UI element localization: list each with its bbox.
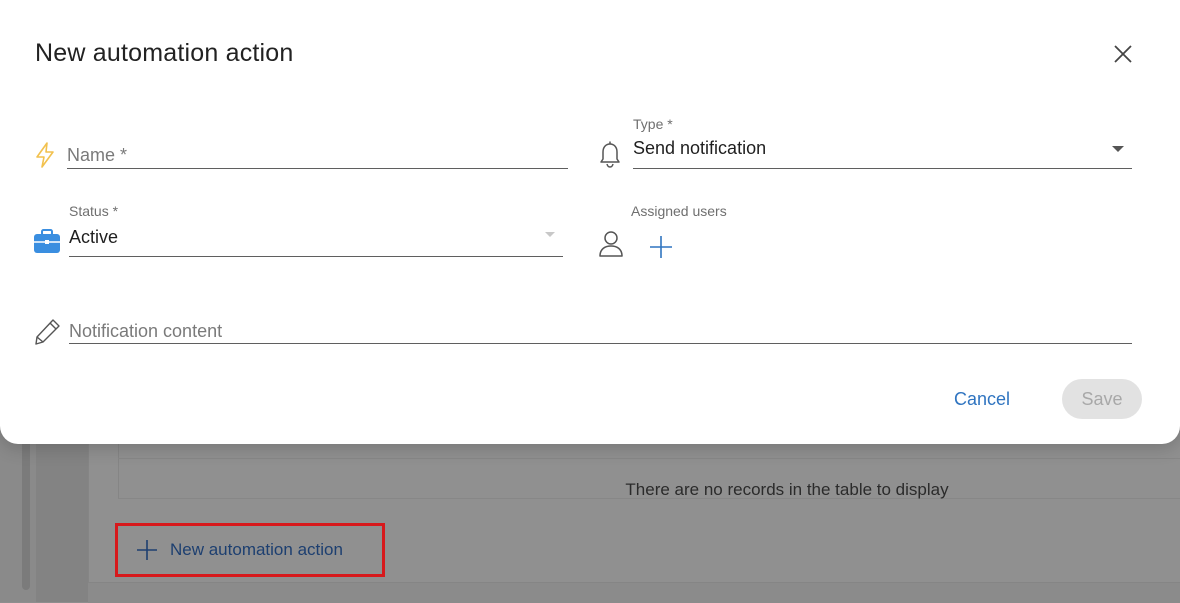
cancel-button[interactable]: Cancel [938, 382, 1026, 416]
background-inner-bar [36, 440, 89, 602]
background-footer [88, 582, 1180, 603]
plus-icon [137, 540, 157, 560]
name-field[interactable]: Name * [67, 140, 568, 170]
table-divider [118, 458, 1180, 459]
add-assigned-user-button[interactable] [648, 234, 674, 260]
empty-table-message: There are no records in the table to dis… [625, 480, 949, 499]
status-underline [69, 256, 563, 257]
close-button[interactable] [1110, 41, 1136, 67]
background-scrollbar[interactable] [22, 440, 30, 590]
notification-content-field[interactable]: Notification content [69, 316, 1132, 344]
save-button[interactable]: Save [1062, 379, 1142, 419]
status-value: Active [69, 227, 119, 247]
chevron-down-icon [1112, 146, 1124, 152]
plus-icon [650, 236, 672, 258]
close-icon [1114, 45, 1132, 63]
chevron-down-icon [545, 232, 555, 237]
type-select[interactable]: Send notification [633, 134, 1132, 168]
briefcase-icon [34, 229, 60, 253]
notification-content-placeholder: Notification content [69, 321, 223, 341]
type-label: Type * [633, 116, 673, 132]
assigned-users-label: Assigned users [631, 203, 727, 219]
bell-icon [600, 141, 620, 168]
new-automation-action-dialog: New automation action Name * Type * Send… [0, 0, 1180, 444]
status-select[interactable]: Active [69, 222, 563, 256]
dialog-title: New automation action [35, 39, 294, 67]
type-value: Send notification [633, 138, 767, 158]
type-underline [633, 168, 1132, 169]
status-label: Status * [69, 203, 119, 219]
user-icon [599, 231, 623, 257]
new-automation-action-button[interactable]: New automation action [115, 523, 385, 577]
name-placeholder: Name * [67, 145, 128, 165]
new-automation-action-label: New automation action [170, 540, 343, 559]
notification-content-underline [69, 343, 1132, 344]
name-underline [67, 168, 568, 169]
lightning-icon [36, 142, 54, 168]
pencil-icon [35, 319, 60, 345]
